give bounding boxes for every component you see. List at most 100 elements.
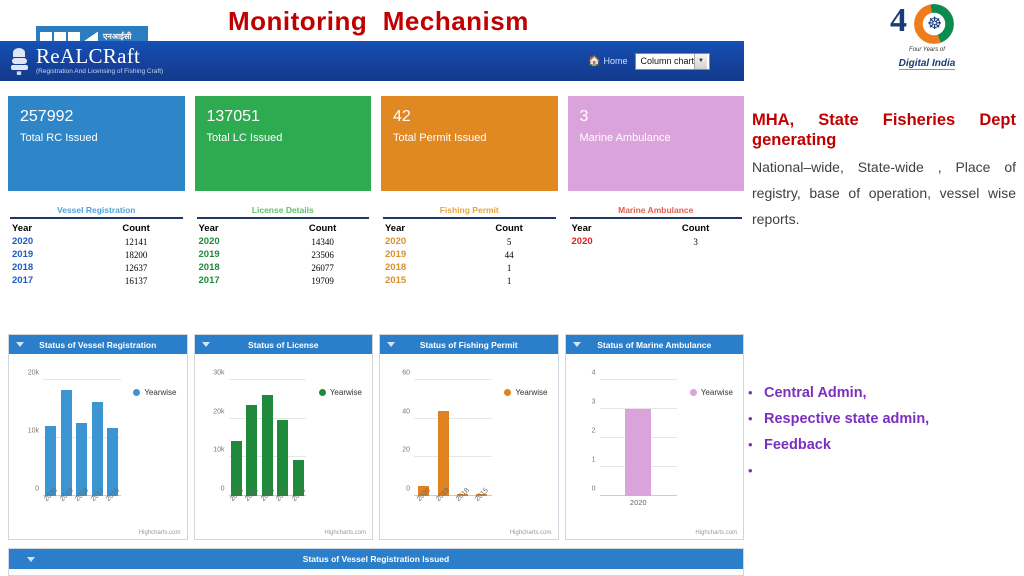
kpi-card-marine-ambulance[interactable]: 3 Marine Ambulance bbox=[567, 96, 744, 191]
legend-label: Yearwise bbox=[700, 388, 733, 397]
right-body-text: National–wide, State-wide , Place of reg… bbox=[752, 159, 1016, 228]
bottom-chart-panel[interactable]: Status of Vessel Registration Issued bbox=[8, 548, 744, 576]
summary-table-title: Marine Ambulance bbox=[618, 205, 694, 215]
table-cell-count: 14340 bbox=[311, 236, 334, 247]
bullet-item: • Respective state admin, bbox=[742, 411, 1024, 428]
chart-credit[interactable]: Highcharts.com bbox=[324, 530, 366, 536]
chart-panel[interactable]: Status of Marine Ambulance Yearwise 0 1 2 3 4 2… bbox=[564, 334, 744, 540]
kpi-value: 137051 bbox=[206, 108, 260, 125]
chart-panel-title: Status of Fishing Permit bbox=[419, 339, 518, 350]
chart-panel-header[interactable]: Status of Vessel Registration bbox=[9, 335, 187, 354]
bar-column[interactable] bbox=[456, 380, 468, 496]
bar-column[interactable] bbox=[437, 380, 449, 496]
kpi-card-total-permit[interactable]: 42 Total Permit Issued bbox=[381, 96, 558, 191]
kpi-card-total-lc[interactable]: 137051 Total LC Issued bbox=[194, 96, 371, 191]
home-label: Home bbox=[603, 56, 628, 66]
bar-column[interactable] bbox=[91, 380, 103, 496]
table-row: 2018 26077 bbox=[195, 261, 372, 274]
legend-label: Yearwise bbox=[329, 388, 362, 397]
digital-india-caption-top: Four Years of bbox=[909, 47, 945, 53]
table-cell-count: 23506 bbox=[311, 249, 334, 260]
bar[interactable] bbox=[277, 419, 289, 496]
bar-column[interactable] bbox=[418, 380, 430, 496]
bar[interactable] bbox=[91, 402, 103, 496]
bar-column[interactable] bbox=[292, 380, 304, 496]
bar[interactable] bbox=[76, 422, 88, 496]
bar[interactable] bbox=[625, 409, 652, 496]
collapse-triangle-icon[interactable] bbox=[387, 342, 395, 347]
chart-credit[interactable]: Highcharts.com bbox=[139, 530, 181, 536]
bar[interactable] bbox=[437, 410, 449, 496]
y-axis-tick-label: 10k bbox=[27, 427, 39, 435]
table-cell-count: 12141 bbox=[124, 236, 148, 247]
table-cell-year: 2018 bbox=[198, 262, 220, 273]
chart-legend[interactable]: Yearwise bbox=[689, 388, 733, 397]
plot-region: 0 1 2 3 4 2020 bbox=[592, 370, 677, 507]
chart-credit[interactable]: Highcharts.com bbox=[695, 530, 737, 536]
chart-panel[interactable]: Status of Fishing Permit Yearwise 0 20 40 60 2… bbox=[379, 334, 559, 540]
right-heading: MHA, State Fisheries Dept generating bbox=[752, 111, 1016, 150]
chart-legend[interactable]: Yearwise bbox=[133, 388, 177, 397]
bottom-panel-header[interactable]: Status of Vessel Registration Issued bbox=[9, 549, 743, 569]
chart-legend[interactable]: Yearwise bbox=[504, 388, 548, 397]
chevron-down-icon[interactable]: ▼ bbox=[694, 53, 707, 69]
table-cell-count: 5 bbox=[506, 236, 512, 247]
table-cell-count: 16137 bbox=[124, 275, 148, 286]
chart-panel-title: Status of Marine Ambulance bbox=[597, 339, 712, 350]
bar-column[interactable] bbox=[246, 380, 258, 496]
bar[interactable] bbox=[246, 405, 258, 496]
table-row: 2018 12637 bbox=[8, 261, 185, 274]
chart-panel-header[interactable]: Status of Marine Ambulance bbox=[565, 335, 743, 354]
bar-column[interactable] bbox=[476, 380, 488, 496]
bar-column[interactable] bbox=[261, 380, 273, 496]
y-axis-tick-label: 3 bbox=[591, 398, 596, 406]
table-cell-count: 44 bbox=[504, 249, 514, 260]
right-text-block: MHA, State Fisheries Dept generating Nat… bbox=[752, 110, 1016, 233]
table-row: 2020 3 bbox=[568, 235, 745, 248]
table-cell-year: 2020 bbox=[571, 236, 593, 247]
bar-column[interactable] bbox=[230, 380, 242, 496]
table-cell-count: 26077 bbox=[311, 262, 334, 273]
bar-column[interactable] bbox=[107, 380, 119, 496]
y-axis-tick-label: 60 bbox=[402, 369, 410, 377]
bar-column[interactable] bbox=[76, 380, 88, 496]
table-column-header: Year bbox=[198, 223, 219, 234]
bottom-panel-title: Status of Vessel Registration Issued bbox=[302, 554, 450, 564]
table-cell-year: 2019 bbox=[12, 249, 34, 260]
bar-column[interactable] bbox=[60, 380, 72, 496]
chart-panel[interactable]: Status of Vessel Registration Yearwise 0 10… bbox=[8, 334, 188, 540]
table-rule bbox=[196, 217, 369, 219]
y-axis-tick-label: 30k bbox=[213, 369, 225, 377]
y-axis-tick-label: 2 bbox=[591, 427, 596, 435]
bar[interactable] bbox=[45, 425, 57, 496]
plot-region: 0 10k 20k 30k 2020 2019 2018 2017 2016 bbox=[213, 370, 307, 503]
bar-column[interactable] bbox=[625, 380, 652, 496]
chart-type-select[interactable]: Column chart ▼ bbox=[635, 52, 710, 70]
collapse-triangle-icon[interactable] bbox=[27, 557, 35, 562]
collapse-triangle-icon[interactable] bbox=[572, 342, 581, 347]
home-link[interactable]: 🏠 Home bbox=[588, 56, 627, 67]
bullet-item: • Central Admin, bbox=[742, 385, 1024, 402]
chart-panel-header[interactable]: Status of License bbox=[194, 335, 372, 354]
table-row: 2019 18200 bbox=[8, 248, 185, 261]
table-column-header: Count bbox=[681, 223, 710, 234]
bar-column[interactable] bbox=[45, 380, 57, 496]
y-axis-tick-label: 10k bbox=[213, 446, 225, 454]
y-axis-tick-label: 20k bbox=[27, 369, 39, 377]
chart-credit[interactable]: Highcharts.com bbox=[510, 530, 552, 536]
collapse-triangle-icon[interactable] bbox=[201, 342, 210, 347]
bar[interactable] bbox=[261, 395, 273, 496]
nic-hindi-label: एनआईसी bbox=[103, 32, 132, 41]
home-icon: 🏠 bbox=[588, 55, 601, 67]
bullet-label: Feedback bbox=[764, 436, 831, 453]
chart-legend[interactable]: Yearwise bbox=[318, 388, 362, 397]
bar[interactable] bbox=[107, 427, 119, 496]
bar-column[interactable] bbox=[277, 380, 289, 496]
kpi-card-total-rc[interactable]: 257992 Total RC Issued bbox=[8, 96, 185, 191]
summary-table: Fishing Permit Year Count 2020 5 2019 44 2018 1 2… bbox=[381, 205, 558, 287]
collapse-triangle-icon[interactable] bbox=[16, 342, 24, 347]
summary-table-title: License Details bbox=[251, 205, 314, 215]
chart-panel[interactable]: Status of License Yearwise 0 10k 20k 30k 2020 2… bbox=[193, 334, 373, 540]
chart-panel-header[interactable]: Status of Fishing Permit bbox=[380, 335, 558, 354]
bar[interactable] bbox=[60, 390, 72, 496]
